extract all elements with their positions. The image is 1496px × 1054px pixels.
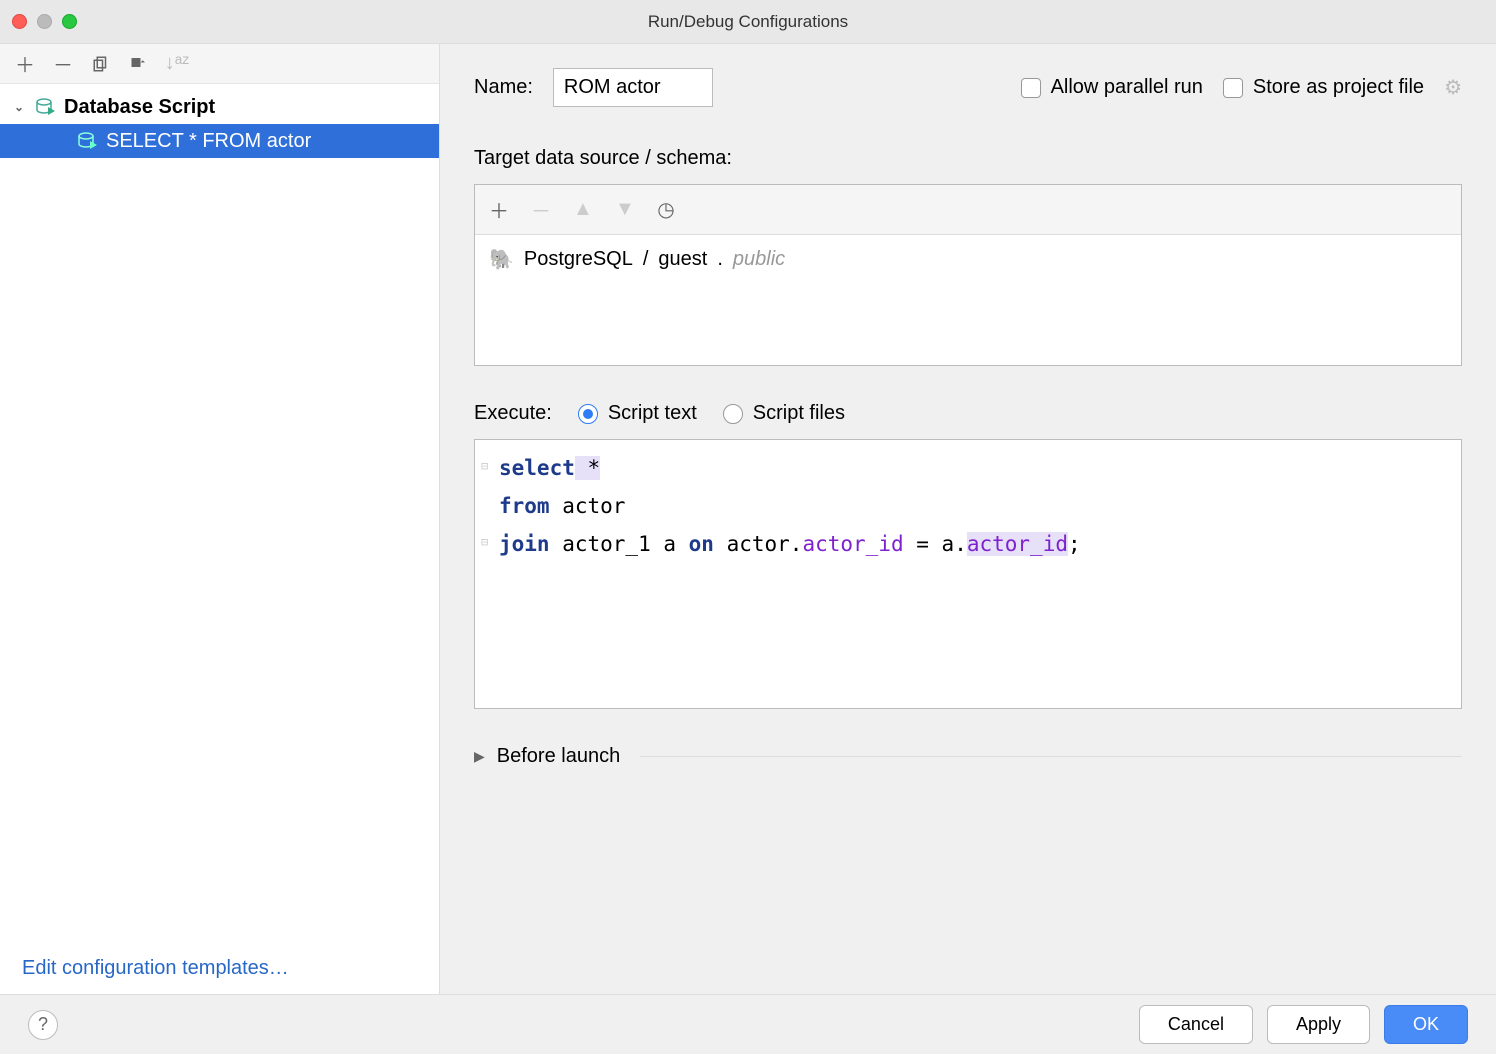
dialog-footer: ? Cancel Apply OK (0, 994, 1496, 1054)
sidebar-toolbar: ＋ － ↓ᵃᶻ (0, 44, 439, 84)
sql-column: actor_id (967, 532, 1068, 556)
allow-parallel-label: Allow parallel run (1051, 76, 1203, 99)
sidebar: ＋ － ↓ᵃᶻ ⌄ Database Script SELECT * FROM … (0, 44, 440, 994)
sql-text: actor (550, 494, 626, 518)
help-button[interactable]: ? (28, 1010, 58, 1040)
before-launch-label: Before launch (497, 745, 620, 768)
before-launch-section[interactable]: ▶ Before launch (474, 745, 1462, 768)
nbenabled: = a. (904, 532, 967, 556)
tree-item-select-actor[interactable]: SELECT * FROM actor (0, 124, 439, 158)
sidebar-footer: Edit configuration templates… (0, 943, 439, 994)
ok-button[interactable]: OK (1384, 1005, 1468, 1044)
sql-text: actor_1 a (550, 532, 689, 556)
store-project-label: Store as project file (1253, 76, 1424, 99)
database-script-icon (78, 132, 98, 150)
close-window-button[interactable] (12, 14, 27, 29)
save-config-icon[interactable] (128, 53, 150, 75)
target-ds-label: Target data source / schema: (474, 147, 1462, 170)
allow-parallel-checkbox[interactable]: Allow parallel run (1021, 76, 1203, 99)
edit-templates-link[interactable]: Edit configuration templates… (22, 957, 289, 979)
data-source-box: ＋ － ▲ ▼ ◷ 🐘 PostgreSQL / guest. public (474, 184, 1462, 366)
sql-keyword: join (499, 532, 550, 556)
window-title: Run/Debug Configurations (12, 12, 1484, 32)
fold-marker-icon: ⊟ (481, 526, 499, 564)
window-controls (12, 14, 77, 29)
database-script-icon (36, 98, 56, 116)
ds-list: 🐘 PostgreSQL / guest. public (475, 235, 1461, 365)
fold-marker-icon: ⊟ (481, 450, 499, 488)
config-tree: ⌄ Database Script SELECT * FROM actor (0, 84, 439, 943)
radio-button (723, 404, 743, 424)
sql-editor[interactable]: ⊟ select * from actor ⊟ join actor_1 a o… (474, 439, 1462, 709)
titlebar: Run/Debug Configurations (0, 0, 1496, 44)
ds-separator: / (643, 248, 649, 271)
radio-button (578, 404, 598, 424)
editor-line: ⊟ join actor_1 a on actor.actor_id = a.a… (481, 526, 1455, 564)
sql-text: * (575, 456, 600, 480)
checkbox-box (1223, 78, 1243, 98)
name-label: Name: (474, 76, 533, 99)
radio-script-files[interactable]: Script files (723, 402, 845, 425)
tree-root-database-script[interactable]: ⌄ Database Script (0, 90, 439, 124)
tree-item-label: SELECT * FROM actor (106, 130, 311, 153)
chevron-right-icon: ▶ (474, 748, 485, 765)
copy-config-icon[interactable] (90, 53, 112, 75)
sql-text: ; (1068, 532, 1081, 556)
config-panel: Name: Allow parallel run Store as projec… (440, 44, 1496, 994)
radio-label: Script files (753, 402, 845, 425)
execute-label: Execute: (474, 402, 552, 425)
execute-row: Execute: Script text Script files (474, 402, 1462, 425)
divider (640, 756, 1462, 757)
checkbox-box (1021, 78, 1041, 98)
sort-alpha-icon: ↓ᵃᶻ (166, 53, 188, 75)
sql-keyword: from (499, 494, 550, 518)
maximize-window-button[interactable] (62, 14, 77, 29)
main-layout: ＋ － ↓ᵃᶻ ⌄ Database Script SELECT * FROM … (0, 44, 1496, 994)
remove-config-icon[interactable]: － (52, 53, 74, 75)
ds-dot: . (717, 248, 723, 271)
postgresql-icon: 🐘 (489, 247, 514, 272)
tree-root-label: Database Script (64, 96, 215, 119)
ds-user: guest (658, 248, 707, 271)
ds-remove-icon: － (531, 195, 549, 224)
ds-toolbar: ＋ － ▲ ▼ ◷ (475, 185, 1461, 235)
ds-history-icon[interactable]: ◷ (657, 197, 675, 222)
sql-keyword: select (499, 456, 575, 480)
gear-icon[interactable]: ⚙ (1444, 75, 1462, 100)
radio-script-text[interactable]: Script text (578, 402, 697, 425)
ds-up-icon: ▲ (573, 198, 591, 221)
sql-column: actor_id (802, 532, 903, 556)
ds-down-icon: ▼ (615, 198, 633, 221)
sql-keyword: on (689, 532, 714, 556)
editor-line: from actor (481, 488, 1455, 526)
apply-button[interactable]: Apply (1267, 1005, 1370, 1044)
sql-text: actor. (714, 532, 803, 556)
minimize-window-button[interactable] (37, 14, 52, 29)
name-input[interactable] (553, 68, 713, 107)
chevron-down-icon: ⌄ (14, 100, 28, 114)
add-config-icon[interactable]: ＋ (14, 53, 36, 75)
gutter (481, 488, 499, 526)
ds-item-postgresql[interactable]: 🐘 PostgreSQL / guest. public (489, 243, 1447, 276)
cancel-button[interactable]: Cancel (1139, 1005, 1253, 1044)
ds-add-icon[interactable]: ＋ (489, 195, 507, 224)
store-project-checkbox[interactable]: Store as project file (1223, 76, 1424, 99)
ds-db-name: PostgreSQL (524, 248, 633, 271)
ds-schema: public (733, 248, 785, 271)
radio-label: Script text (608, 402, 697, 425)
name-row: Name: Allow parallel run Store as projec… (474, 68, 1462, 107)
editor-line: ⊟ select * (481, 450, 1455, 488)
